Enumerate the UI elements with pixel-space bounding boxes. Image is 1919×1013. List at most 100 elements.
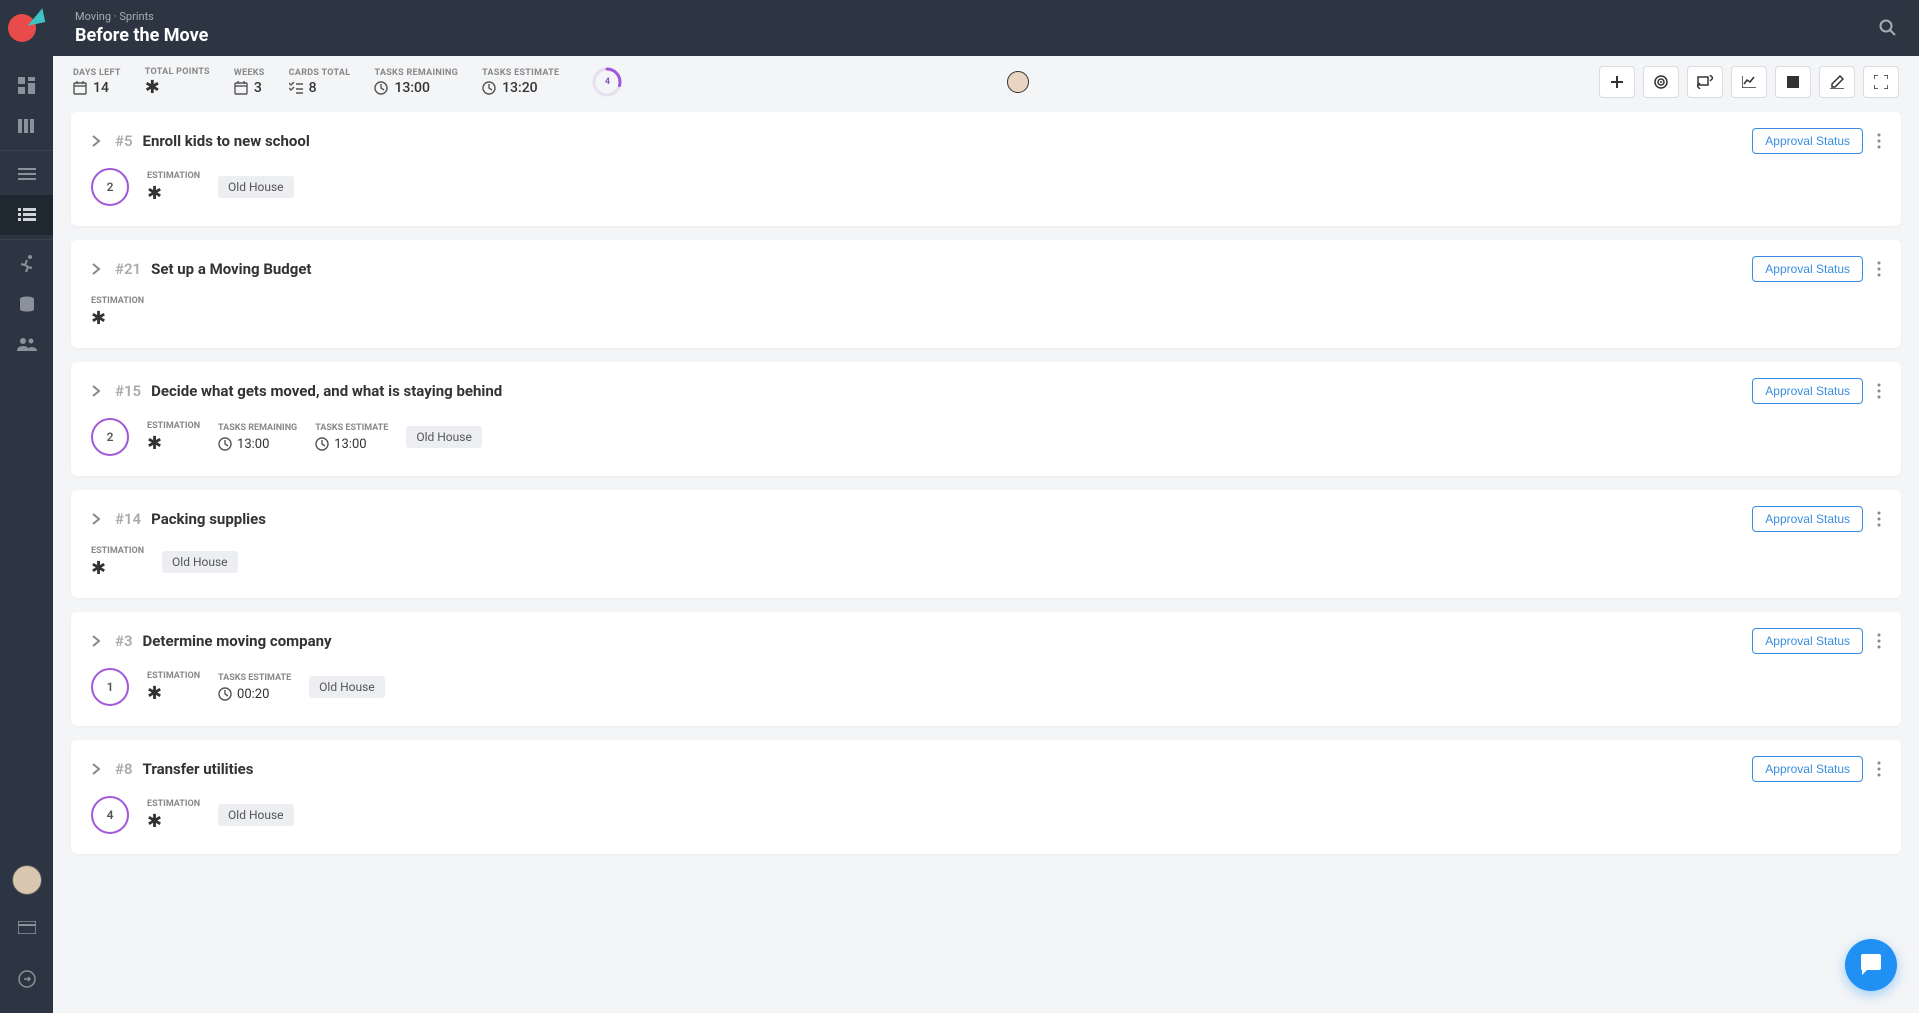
approval-status-button[interactable]: Approval Status xyxy=(1752,628,1863,654)
card-progress: 4 xyxy=(91,796,129,834)
card-more-button[interactable] xyxy=(1877,261,1881,277)
database-icon xyxy=(19,296,35,312)
approval-status-button[interactable]: Approval Status xyxy=(1752,128,1863,154)
card[interactable]: #5 Enroll kids to new school Approval St… xyxy=(71,112,1901,226)
card-id: #14 xyxy=(115,510,141,528)
chart-button[interactable] xyxy=(1731,66,1767,98)
nav-dashboard[interactable] xyxy=(0,66,53,106)
card-tag[interactable]: Old House xyxy=(406,426,482,448)
nav-billing[interactable] xyxy=(0,907,53,947)
square-icon xyxy=(1787,76,1799,88)
target-icon xyxy=(1653,74,1669,90)
app-logo[interactable] xyxy=(8,8,46,46)
expand-toggle[interactable] xyxy=(91,135,105,147)
stop-button[interactable] xyxy=(1775,66,1811,98)
chat-button[interactable] xyxy=(1845,939,1897,991)
approval-status-button[interactable]: Approval Status xyxy=(1752,756,1863,782)
fullscreen-button[interactable] xyxy=(1863,66,1899,98)
asterisk-icon: ✱ xyxy=(147,685,162,703)
approval-status-button[interactable]: Approval Status xyxy=(1752,256,1863,282)
nav-list1[interactable] xyxy=(0,155,53,195)
loop-button[interactable] xyxy=(1687,66,1723,98)
card-tag[interactable]: Old House xyxy=(218,804,294,826)
users-icon xyxy=(17,337,37,351)
columns-icon xyxy=(18,117,36,135)
card-tag[interactable]: Old House xyxy=(162,551,238,573)
target-button[interactable] xyxy=(1643,66,1679,98)
toolbar xyxy=(1599,66,1899,98)
card[interactable]: #3 Determine moving company Approval Sta… xyxy=(71,612,1901,726)
asterisk-icon: ✱ xyxy=(145,79,160,97)
top-header: Moving · Sprints Before the Move xyxy=(53,0,1919,56)
breadcrumb[interactable]: Moving · Sprints xyxy=(75,10,208,23)
expand-toggle[interactable] xyxy=(91,513,105,525)
card-progress: 2 xyxy=(91,418,129,456)
edit-icon xyxy=(1830,75,1844,89)
asterisk-icon: ✱ xyxy=(91,560,106,578)
mini-stat-estimation: ESTIMATION✱ xyxy=(147,171,200,203)
asterisk-icon: ✱ xyxy=(147,813,162,831)
loop-icon xyxy=(1697,75,1713,89)
stat-cards-total: CARDS TOTAL 8 xyxy=(289,68,351,96)
nav-data[interactable] xyxy=(0,284,53,324)
search-button[interactable] xyxy=(1879,19,1897,37)
list-icon xyxy=(18,208,36,222)
checklist-icon xyxy=(289,82,303,94)
edit-button[interactable] xyxy=(1819,66,1855,98)
card-title: Packing supplies xyxy=(151,510,266,528)
asterisk-icon: ✱ xyxy=(147,185,162,203)
card-id: #8 xyxy=(115,760,133,778)
approval-status-button[interactable]: Approval Status xyxy=(1752,378,1863,404)
expand-toggle[interactable] xyxy=(91,763,105,775)
card-more-button[interactable] xyxy=(1877,133,1881,149)
mini-stat-tasks-remaining: TASKS REMAINING13:00 xyxy=(218,423,297,452)
add-button[interactable] xyxy=(1599,66,1635,98)
nav-logout[interactable] xyxy=(0,959,53,999)
user-avatar[interactable] xyxy=(12,865,42,895)
clock-icon xyxy=(374,81,388,95)
card[interactable]: #14 Packing supplies Approval Status EST… xyxy=(71,490,1901,598)
card-tag[interactable]: Old House xyxy=(309,676,385,698)
stat-tasks-remaining: TASKS REMAINING 13:00 xyxy=(374,68,458,96)
nav-activity[interactable] xyxy=(0,244,53,284)
card[interactable]: #8 Transfer utilities Approval Status 4 … xyxy=(71,740,1901,854)
card-more-button[interactable] xyxy=(1877,761,1881,777)
plus-icon xyxy=(1610,75,1624,89)
stat-tasks-estimate: TASKS ESTIMATE 13:20 xyxy=(482,68,559,96)
card[interactable]: #21 Set up a Moving Budget Approval Stat… xyxy=(71,240,1901,348)
card-tag[interactable]: Old House xyxy=(218,176,294,198)
card-progress: 2 xyxy=(91,168,129,206)
stat-weeks: WEEKS 3 xyxy=(234,68,265,96)
card-more-button[interactable] xyxy=(1877,383,1881,399)
nav-list2[interactable] xyxy=(0,195,53,235)
card[interactable]: #15 Decide what gets moved, and what is … xyxy=(71,362,1901,476)
assignee-avatar[interactable] xyxy=(1007,71,1029,93)
card-id: #5 xyxy=(115,132,133,150)
mini-stat-tasks-estimate: TASKS ESTIMATE13:00 xyxy=(315,423,388,452)
card-more-button[interactable] xyxy=(1877,633,1881,649)
expand-toggle[interactable] xyxy=(91,635,105,647)
progress-ring: 4 xyxy=(591,66,623,98)
expand-icon xyxy=(1874,75,1888,89)
card-title: Decide what gets moved, and what is stay… xyxy=(151,382,502,400)
card-more-button[interactable] xyxy=(1877,511,1881,527)
nav-board[interactable] xyxy=(0,106,53,146)
expand-toggle[interactable] xyxy=(91,263,105,275)
nav-team[interactable] xyxy=(0,324,53,364)
card-id: #3 xyxy=(115,632,133,650)
chat-icon xyxy=(1859,954,1883,976)
mini-stat-estimation: ESTIMATION✱ xyxy=(91,546,144,578)
mini-stat-estimation: ESTIMATION✱ xyxy=(147,421,200,453)
grid-icon xyxy=(18,77,36,95)
chart-icon xyxy=(1742,76,1756,88)
approval-status-button[interactable]: Approval Status xyxy=(1752,506,1863,532)
card-title: Transfer utilities xyxy=(143,760,254,778)
lines-icon xyxy=(18,168,36,182)
cards-area[interactable]: #5 Enroll kids to new school Approval St… xyxy=(53,108,1919,1013)
mini-stat-estimation: ESTIMATION✱ xyxy=(147,671,200,703)
mini-stat-estimation: ESTIMATION✱ xyxy=(91,296,144,328)
search-icon xyxy=(1879,19,1897,37)
sidebar xyxy=(0,0,53,1013)
mini-stat-estimation: ESTIMATION✱ xyxy=(147,799,200,831)
expand-toggle[interactable] xyxy=(91,385,105,397)
